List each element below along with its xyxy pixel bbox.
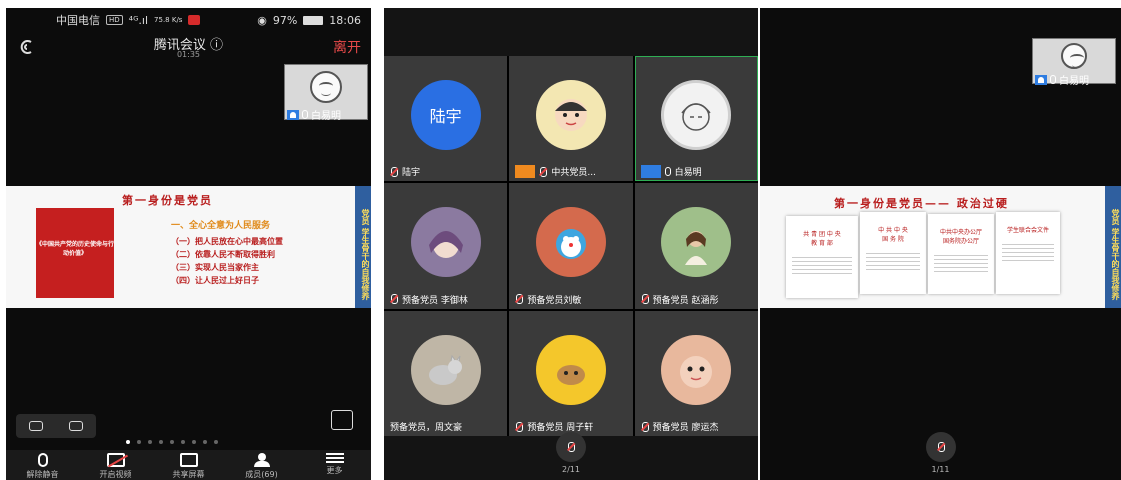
avatar bbox=[535, 80, 606, 150]
eye-icon: ◉ bbox=[257, 13, 267, 27]
chat-tools bbox=[16, 414, 96, 438]
mic-muted-icon bbox=[390, 294, 398, 305]
start-video-button[interactable]: 开启视频 bbox=[86, 453, 146, 480]
meeting-timer: 01:35 bbox=[176, 50, 201, 59]
signal-icon: ⁴ᴳ.ıl bbox=[128, 13, 149, 27]
battery-percent: 97% bbox=[272, 13, 298, 27]
participant-tile-active[interactable]: 白易明 bbox=[634, 56, 758, 182]
mic-icon bbox=[664, 167, 671, 177]
slide-side-strip: 党员 学生骨干的自我修养 bbox=[1105, 186, 1121, 308]
more-button[interactable]: 更多 bbox=[305, 453, 365, 480]
bullet-4: （四）让人民过上好日子 bbox=[171, 275, 259, 285]
mic-muted-icon bbox=[641, 421, 649, 432]
more-icon bbox=[325, 453, 344, 463]
chat-icon[interactable] bbox=[69, 421, 83, 431]
participant-tile[interactable]: 预备党员 周子轩 bbox=[509, 310, 633, 436]
mic-muted-icon bbox=[539, 166, 548, 177]
bullets-heading: 一、全心全意为人民服务 bbox=[171, 221, 271, 231]
slide-title: 第一身份是党员—— 政治过硬 bbox=[834, 197, 1009, 210]
mic-icon bbox=[302, 110, 308, 119]
thumb-name-tag: 白易明 bbox=[1035, 72, 1089, 87]
mic-muted-icon bbox=[390, 166, 398, 177]
mic-muted-icon bbox=[937, 442, 945, 452]
shared-slide: 第一身份是党员 《中国共产党的历史使命与行动价值》 一、全心全意为人民服务 （一… bbox=[6, 186, 371, 308]
sketch-avatar-icon bbox=[310, 71, 342, 103]
hd-badge: HD bbox=[106, 15, 123, 25]
switch-view-icon[interactable] bbox=[331, 410, 353, 430]
share-screen-button[interactable]: 共享屏幕 bbox=[159, 453, 219, 480]
avatar bbox=[535, 334, 606, 405]
participant-grid: 陆宇 陆宇 中共党员... 白易明 预备党员 李御林 预备党员刘敏 预备党员 赵… bbox=[384, 56, 758, 436]
sketch-avatar-icon bbox=[1061, 43, 1087, 69]
participant-tile[interactable]: 预备党员，周文豪 bbox=[384, 310, 508, 436]
avatar bbox=[535, 207, 606, 278]
members-icon bbox=[253, 453, 271, 467]
mute-toggle-button[interactable] bbox=[925, 432, 956, 462]
slide-bullets: 一、全心全意为人民服务 （一）把人民放在心中最高位置 （二）依靠人民不断取得胜利… bbox=[171, 220, 283, 287]
mic-muted-icon bbox=[515, 294, 524, 305]
participant-tile[interactable]: 中共党员... bbox=[509, 56, 633, 182]
meeting-titlebar: 腾讯会议 ⓘ 01:35 离开 bbox=[6, 32, 371, 64]
mute-toggle-button[interactable] bbox=[556, 432, 586, 462]
avatar bbox=[661, 207, 732, 278]
share-screen-icon bbox=[179, 453, 198, 467]
carrier-label: 中国电信 bbox=[56, 14, 100, 27]
bottom-toolbar: 解除静音 开启视频 共享屏幕 成员(69) 更多 bbox=[6, 450, 371, 480]
bullet-2: （二）依靠人民不断取得胜利 bbox=[171, 249, 275, 259]
bullet-1: （一）把人民放在心中最高位置 bbox=[171, 236, 283, 246]
page-indicator: 2/11 bbox=[562, 465, 580, 474]
document-page: 中共中央办公厅 国务院办公厅 bbox=[928, 214, 994, 294]
meeting-screen-speaker: 中国电信 HD ⁴ᴳ.ıl 75.8 K/s ◉ 97% 18:06 腾讯会议 … bbox=[6, 8, 371, 480]
thumb-name: 白易明 bbox=[311, 111, 341, 122]
participant-tile[interactable]: 预备党员刘敏 bbox=[509, 183, 633, 309]
leave-button[interactable]: 离开 bbox=[333, 37, 361, 57]
meeting-screen-slide: 白易明 第一身份是党员—— 政治过硬 共 青 团 中 央教 育 部 中 共 中 … bbox=[760, 8, 1121, 480]
page-dots[interactable] bbox=[126, 440, 218, 444]
mic-muted-icon bbox=[567, 442, 575, 452]
host-icon bbox=[640, 165, 661, 179]
meeting-screen-gallery: 陆宇 陆宇 中共党员... 白易明 预备党员 李御林 预备党员刘敏 预备党员 赵… bbox=[384, 8, 758, 480]
document-page: 中 共 中 央国 务 院 bbox=[860, 212, 926, 294]
sketch-avatar-icon bbox=[661, 80, 732, 150]
clock: 18:06 bbox=[329, 13, 361, 27]
slide-title: 第一身份是党员 bbox=[122, 194, 213, 207]
book-cover: 《中国共产党的历史使命与行动价值》 bbox=[36, 208, 114, 298]
shared-slide: 第一身份是党员—— 政治过硬 共 青 团 中 央教 育 部 中 共 中 央国 务… bbox=[760, 186, 1121, 308]
bullet-3: （三）实现人民当家作主 bbox=[171, 262, 259, 272]
mic-muted-icon bbox=[515, 421, 524, 432]
slide-side-strip: 党员 学生骨干的自我修养 bbox=[355, 186, 371, 308]
net-speed: 75.8 K/s bbox=[154, 15, 183, 24]
cohost-icon bbox=[515, 165, 536, 179]
page-indicator: 1/11 bbox=[931, 465, 950, 474]
avatar bbox=[410, 207, 481, 278]
status-bar: 中国电信 HD ⁴ᴳ.ıl 75.8 K/s ◉ 97% 18:06 bbox=[6, 8, 371, 32]
record-icon bbox=[188, 15, 201, 25]
avatar bbox=[410, 334, 481, 405]
thumb-name-tag: 白易明 bbox=[287, 107, 341, 122]
mic-icon bbox=[1050, 75, 1056, 84]
participant-tile[interactable]: 陆宇 陆宇 bbox=[384, 56, 508, 182]
host-icon bbox=[1035, 74, 1047, 85]
document-page: 共 青 团 中 央教 育 部 bbox=[786, 216, 858, 298]
battery-icon bbox=[303, 15, 324, 25]
document-page: 学生联合会文件 bbox=[996, 212, 1060, 294]
camera-off-icon bbox=[106, 453, 125, 467]
host-icon bbox=[287, 109, 299, 120]
emoji-icon[interactable] bbox=[29, 421, 43, 431]
screenshot-root: 中国电信 HD ⁴ᴳ.ıl 75.8 K/s ◉ 97% 18:06 腾讯会议 … bbox=[0, 0, 1121, 480]
mic-muted-icon bbox=[641, 294, 649, 305]
avatar bbox=[661, 334, 732, 405]
unmute-button[interactable]: 解除静音 bbox=[13, 453, 73, 480]
participant-tile[interactable]: 预备党员 李御林 bbox=[384, 183, 508, 309]
avatar: 陆宇 bbox=[410, 80, 481, 150]
members-button[interactable]: 成员(69) bbox=[232, 453, 292, 480]
participant-tile[interactable]: 预备党员 廖运杰 bbox=[634, 310, 758, 436]
mic-muted-icon bbox=[37, 453, 48, 467]
participant-tile[interactable]: 预备党员 赵涵彤 bbox=[634, 183, 758, 309]
